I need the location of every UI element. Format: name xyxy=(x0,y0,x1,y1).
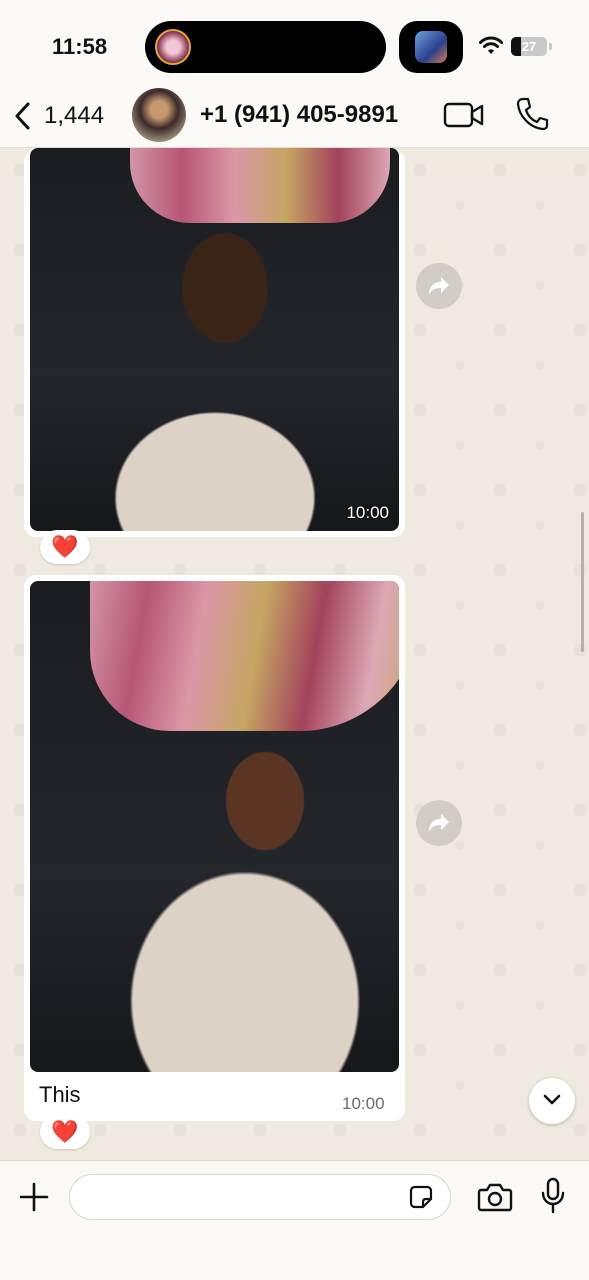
scrollbar[interactable] xyxy=(581,512,584,652)
forward-button[interactable] xyxy=(416,800,462,846)
message-caption: This xyxy=(39,1082,81,1107)
chevron-left-icon xyxy=(15,102,30,130)
phone-icon[interactable] xyxy=(515,96,549,132)
live-activity-pill[interactable] xyxy=(399,21,463,73)
sticker-icon[interactable] xyxy=(407,1183,435,1211)
message-photo[interactable] xyxy=(30,581,399,1072)
unread-count: 1,444 xyxy=(44,102,105,129)
chat-header: 1,444 +1 (941) 405-9891 xyxy=(0,86,589,148)
composer-bar xyxy=(0,1160,589,1280)
battery-indicator: 27 xyxy=(511,37,547,56)
contact-avatar[interactable] xyxy=(132,88,186,142)
forward-icon xyxy=(429,277,449,295)
reaction-heart[interactable]: ❤️ xyxy=(40,1115,90,1149)
reaction-heart[interactable]: ❤️ xyxy=(40,530,90,564)
battery-nub xyxy=(549,43,552,50)
contact-name[interactable]: +1 (941) 405-9891 xyxy=(200,101,398,129)
status-bar: 11:58 27 xyxy=(0,0,589,86)
scroll-to-bottom-button[interactable] xyxy=(529,1078,575,1124)
video-call-icon[interactable] xyxy=(443,100,485,130)
message-photo[interactable]: 10:00 xyxy=(30,148,399,531)
forward-button[interactable] xyxy=(416,263,462,309)
chevron-down-icon xyxy=(543,1094,561,1105)
live-activity-image xyxy=(415,31,447,63)
plus-icon[interactable] xyxy=(18,1181,50,1213)
wifi-icon xyxy=(479,36,503,54)
battery-level: 27 xyxy=(521,39,537,54)
message-time: 10:00 xyxy=(342,1094,385,1113)
forward-icon xyxy=(429,814,449,832)
camera-icon[interactable] xyxy=(477,1181,513,1213)
dynamic-island[interactable] xyxy=(145,21,386,73)
back-button[interactable]: 1,444 xyxy=(12,96,104,136)
microphone-icon[interactable] xyxy=(540,1177,566,1215)
battery-fill xyxy=(511,37,521,56)
status-time: 11:58 xyxy=(52,34,108,59)
message-input[interactable] xyxy=(69,1174,451,1220)
live-activity-avatar xyxy=(155,29,191,65)
message-time: 10:00 xyxy=(346,503,389,522)
